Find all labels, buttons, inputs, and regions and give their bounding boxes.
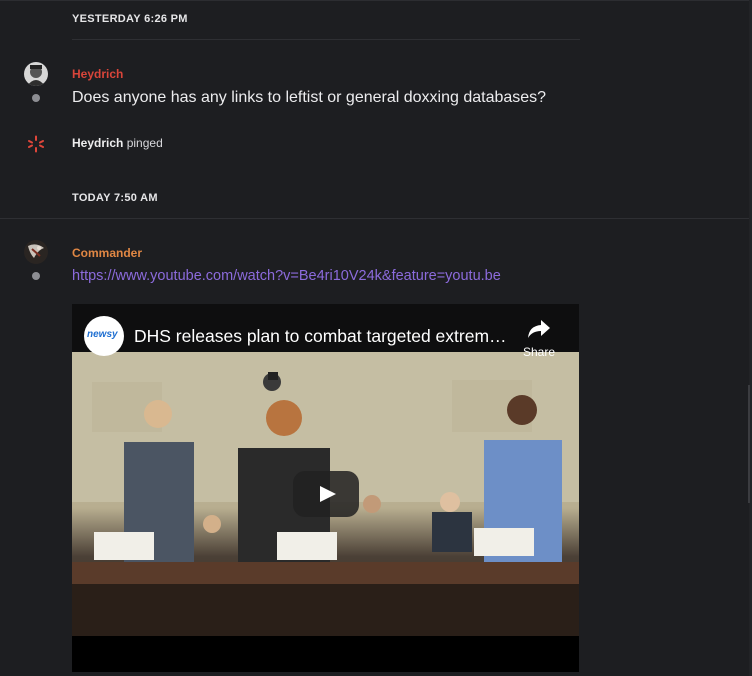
status-dot — [32, 94, 40, 102]
ping-notice: Heydrich pinged — [72, 136, 163, 150]
video-title-bar: newsy DHS releases plan to combat target… — [72, 304, 579, 359]
video-thumbnail[interactable] — [72, 352, 579, 636]
day-separator-today: TODAY 7:50 AM — [72, 192, 158, 204]
avatar-commander-image — [24, 240, 48, 264]
status-dot — [32, 272, 40, 280]
video-title[interactable]: DHS releases plan to combat targeted ext… — [134, 326, 507, 347]
scrollbar-thumb[interactable] — [748, 385, 750, 503]
avatar[interactable] — [24, 240, 48, 264]
separator-line — [0, 218, 749, 219]
top-border — [0, 0, 752, 1]
share-button[interactable]: Share — [518, 318, 560, 359]
ping-actor[interactable]: Heydrich — [72, 136, 123, 150]
share-label: Share — [522, 345, 556, 359]
ping-icon — [27, 135, 45, 153]
share-icon — [528, 320, 550, 338]
message-author[interactable]: Heydrich — [72, 67, 123, 81]
message-link[interactable]: https://www.youtube.com/watch?v=Be4ri10V… — [72, 268, 501, 284]
message-text: Does anyone has any links to leftist or … — [72, 89, 547, 106]
avatar[interactable] — [24, 62, 48, 86]
play-icon[interactable] — [293, 471, 359, 517]
ping-action: pinged — [126, 136, 163, 150]
message-author[interactable]: Commander — [72, 246, 142, 260]
channel-logo[interactable]: newsy — [84, 316, 124, 356]
channel-logo-text: newsy — [87, 329, 118, 340]
video-embed[interactable]: newsy DHS releases plan to combat target… — [72, 304, 579, 672]
separator-line — [72, 39, 580, 40]
day-separator-yesterday: YESTERDAY 6:26 PM — [72, 13, 188, 25]
avatar-heydrich-image — [24, 62, 48, 86]
